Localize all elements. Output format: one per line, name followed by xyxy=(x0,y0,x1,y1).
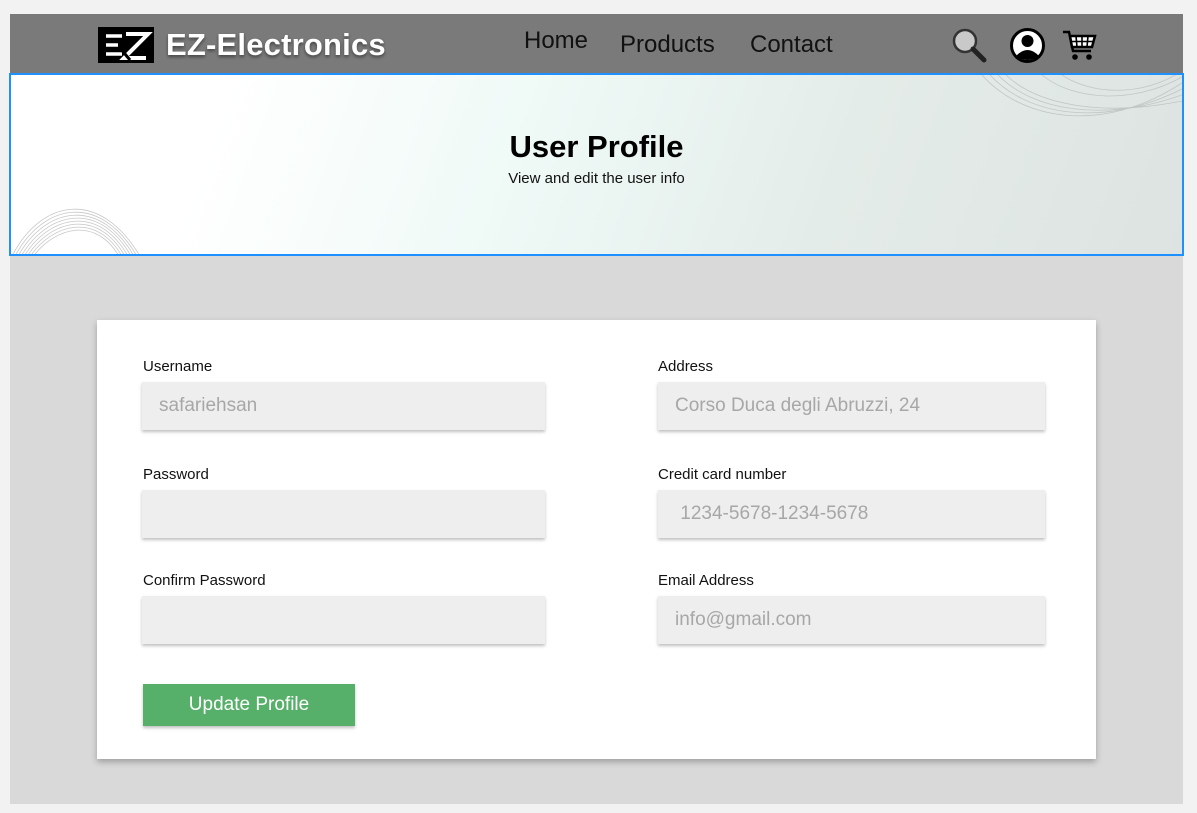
wave-decoration-right xyxy=(982,75,1182,117)
nav-home-link[interactable]: Home xyxy=(524,27,588,55)
page-subtitle: View and edit the user info xyxy=(508,170,685,187)
navbar: EZ-Electronics Home Products Contact xyxy=(10,14,1183,73)
nav-contact-link[interactable]: Contact xyxy=(750,31,833,59)
wave-decoration-left xyxy=(12,208,139,254)
brand-name[interactable]: EZ-Electronics xyxy=(166,27,386,63)
username-field[interactable] xyxy=(142,382,545,430)
confirm-password-field[interactable] xyxy=(142,596,545,644)
page-frame: EZ-Electronics Home Products Contact Use… xyxy=(9,14,1184,804)
confirm-password-label: Confirm Password xyxy=(143,572,266,589)
hero-banner: User Profile View and edit the user info xyxy=(9,73,1184,256)
password-field[interactable] xyxy=(142,490,545,538)
cart-icon[interactable] xyxy=(1061,27,1097,63)
email-field[interactable] xyxy=(658,596,1045,644)
address-label: Address xyxy=(658,358,714,375)
user-icon[interactable] xyxy=(1009,27,1046,64)
email-label: Email Address xyxy=(658,572,754,589)
page-title: User Profile xyxy=(509,129,684,164)
address-field[interactable] xyxy=(658,382,1045,430)
nav-products-link[interactable]: Products xyxy=(620,31,715,59)
password-label: Password xyxy=(143,466,209,483)
search-icon[interactable] xyxy=(950,27,988,63)
credit-card-label: Credit card number xyxy=(658,466,787,483)
username-label: Username xyxy=(143,358,213,375)
update-profile-button[interactable]: Update Profile xyxy=(143,684,355,726)
profile-form: Username Password Confirm Password Addre… xyxy=(97,320,1096,759)
credit-card-field[interactable] xyxy=(658,490,1045,538)
ez-logo[interactable] xyxy=(98,27,154,63)
